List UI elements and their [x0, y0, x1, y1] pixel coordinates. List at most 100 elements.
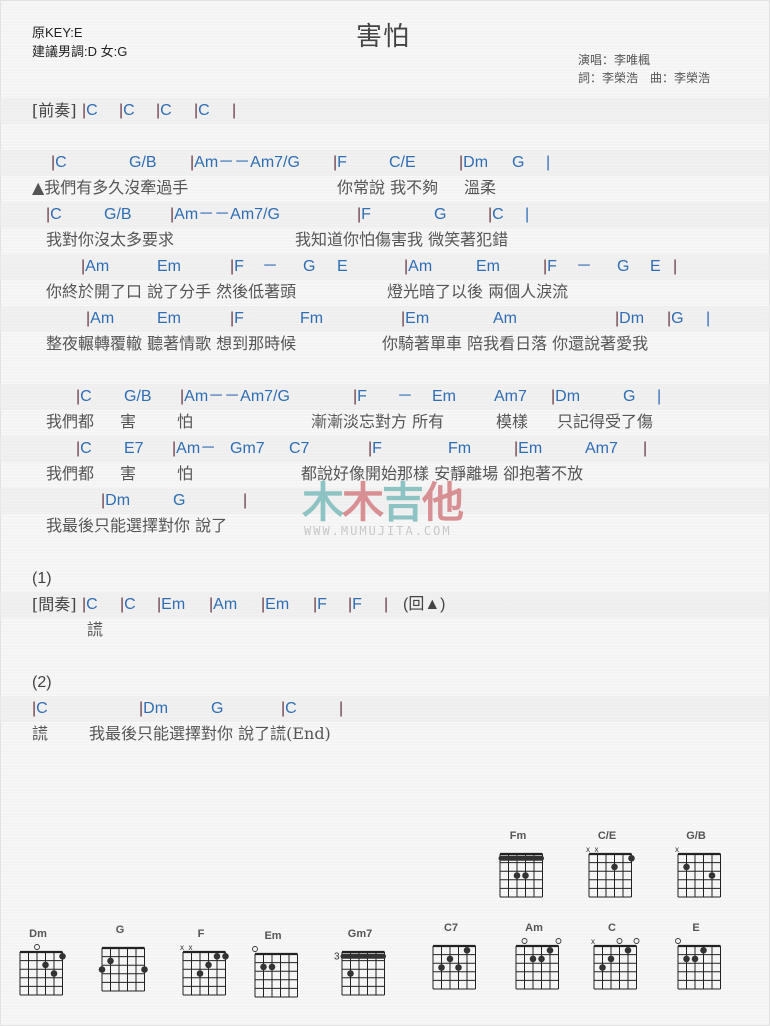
lyric: 你騎著單車 陪我看日落 你還說著愛我	[382, 334, 649, 353]
chord: Am7	[585, 440, 618, 457]
chord: Em	[157, 310, 181, 327]
finger-dot	[628, 855, 635, 862]
lyric: 怕	[177, 464, 194, 483]
lyric: 謊	[32, 724, 49, 743]
lyric: ▲我們有多久沒牽過手	[32, 178, 189, 197]
chord-diagram-name: C/E	[597, 830, 617, 842]
lyric: 謊	[87, 620, 104, 639]
chord: G/B	[124, 388, 152, 405]
chord-grid	[252, 946, 298, 998]
finger-dot	[196, 970, 204, 977]
chord-name: Am	[213, 596, 238, 613]
chord: E	[650, 258, 661, 275]
chord-diagram-name: C7	[443, 922, 459, 934]
open-string-mark	[34, 944, 40, 950]
finger-dot	[213, 953, 221, 960]
intro-chord: |C	[82, 101, 98, 121]
row-band	[0, 98, 770, 124]
row-band	[0, 306, 770, 332]
finger-dot	[260, 963, 267, 971]
chord: Em	[157, 258, 181, 275]
chord-grid	[432, 944, 476, 990]
chord-name: Am－－Am7/G	[174, 206, 280, 223]
chord-grid	[515, 938, 562, 990]
chord-name: F	[317, 596, 327, 613]
bar-line: |	[384, 596, 389, 613]
lyric: 你終於開了口 說了分手 然後低著頭	[46, 282, 297, 301]
chord-name: Am	[90, 310, 115, 327]
muted-string-mark: x	[595, 845, 599, 854]
chord-name: Am－	[176, 440, 217, 457]
chord: |F	[368, 439, 382, 459]
lyric: 你常說 我不夠	[337, 178, 439, 197]
chord: |Dm	[459, 153, 488, 173]
chord: Em	[432, 388, 456, 405]
finger-dot	[691, 955, 699, 963]
ending-marker: (2)	[32, 674, 52, 691]
chord: |F	[543, 257, 557, 277]
chord: Fm	[448, 440, 472, 457]
writer-credit: 詞：李榮浩 曲：李榮浩	[578, 71, 711, 85]
lyric: 溫柔	[464, 178, 497, 197]
lyric: 我對你沒太多要求	[46, 230, 175, 249]
chord-grid: x	[675, 845, 721, 898]
chord-grid	[19, 944, 66, 996]
finger-dot	[611, 863, 618, 871]
chord: Fm	[300, 310, 324, 327]
chord-name: Am－－Am7/G	[194, 154, 300, 171]
open-string-mark	[633, 938, 640, 944]
chord: |F	[230, 309, 244, 329]
chord-name: G	[671, 310, 684, 327]
finger-dot	[700, 947, 707, 954]
watermark-char: 吉	[382, 478, 424, 527]
chord: Am7	[494, 388, 527, 405]
muted-string-mark: x	[591, 937, 595, 946]
bar-line: |	[243, 492, 248, 509]
chord-grid: x	[591, 937, 640, 990]
muted-string-mark: x	[586, 845, 590, 854]
chord-name: Am	[85, 258, 110, 275]
chord: |G	[667, 309, 684, 329]
chord: |C	[82, 595, 98, 615]
chord-name: Em	[518, 440, 543, 457]
chord: |Am－－Am7/G	[170, 205, 280, 225]
chord-name: F	[361, 206, 371, 223]
lyric: 我們都	[46, 412, 95, 431]
barre-mark	[340, 953, 386, 959]
chord-name: Dm	[143, 700, 169, 717]
finger-dot	[268, 963, 276, 971]
chord: |C	[76, 439, 92, 459]
intro-chord: |C	[119, 101, 135, 121]
intro-chord: |C	[156, 101, 172, 121]
chord: |F	[230, 257, 244, 277]
finger-dot	[107, 957, 114, 965]
chord-diagram-name: G/B	[686, 830, 706, 842]
chord: G	[211, 700, 224, 717]
chord: |C	[76, 387, 92, 407]
lyric: 我最後只能選擇對你 說了	[46, 516, 228, 535]
intro-label: [前奏]	[32, 101, 77, 120]
lyric: 整夜輾轉覆轍 聽著情歌 想到那時候	[46, 334, 297, 353]
chord: |Am	[81, 257, 109, 277]
row-band	[0, 436, 770, 462]
open-string-mark	[616, 938, 623, 944]
finger-dot	[708, 872, 716, 879]
chord-name: F	[372, 440, 382, 457]
chord: G	[303, 258, 316, 275]
chord: －	[397, 388, 414, 405]
interlude-label: [間奏]	[32, 595, 77, 614]
lyric: 我們都	[46, 464, 95, 483]
row-band	[0, 384, 770, 410]
finger-dot	[141, 966, 148, 973]
watermark-char: 他	[422, 478, 464, 527]
chord: |Dm	[101, 491, 130, 511]
chord: Em	[476, 258, 500, 275]
chord: |F	[348, 595, 362, 615]
singer-credit: 演唱：李唯楓	[578, 53, 651, 67]
chord-name: C	[160, 102, 172, 119]
chord-name: Dm	[619, 310, 645, 327]
chord-name: Am	[408, 258, 433, 275]
chord: |C	[32, 699, 48, 719]
finger-dot	[624, 947, 632, 954]
chord-grid	[675, 938, 721, 990]
